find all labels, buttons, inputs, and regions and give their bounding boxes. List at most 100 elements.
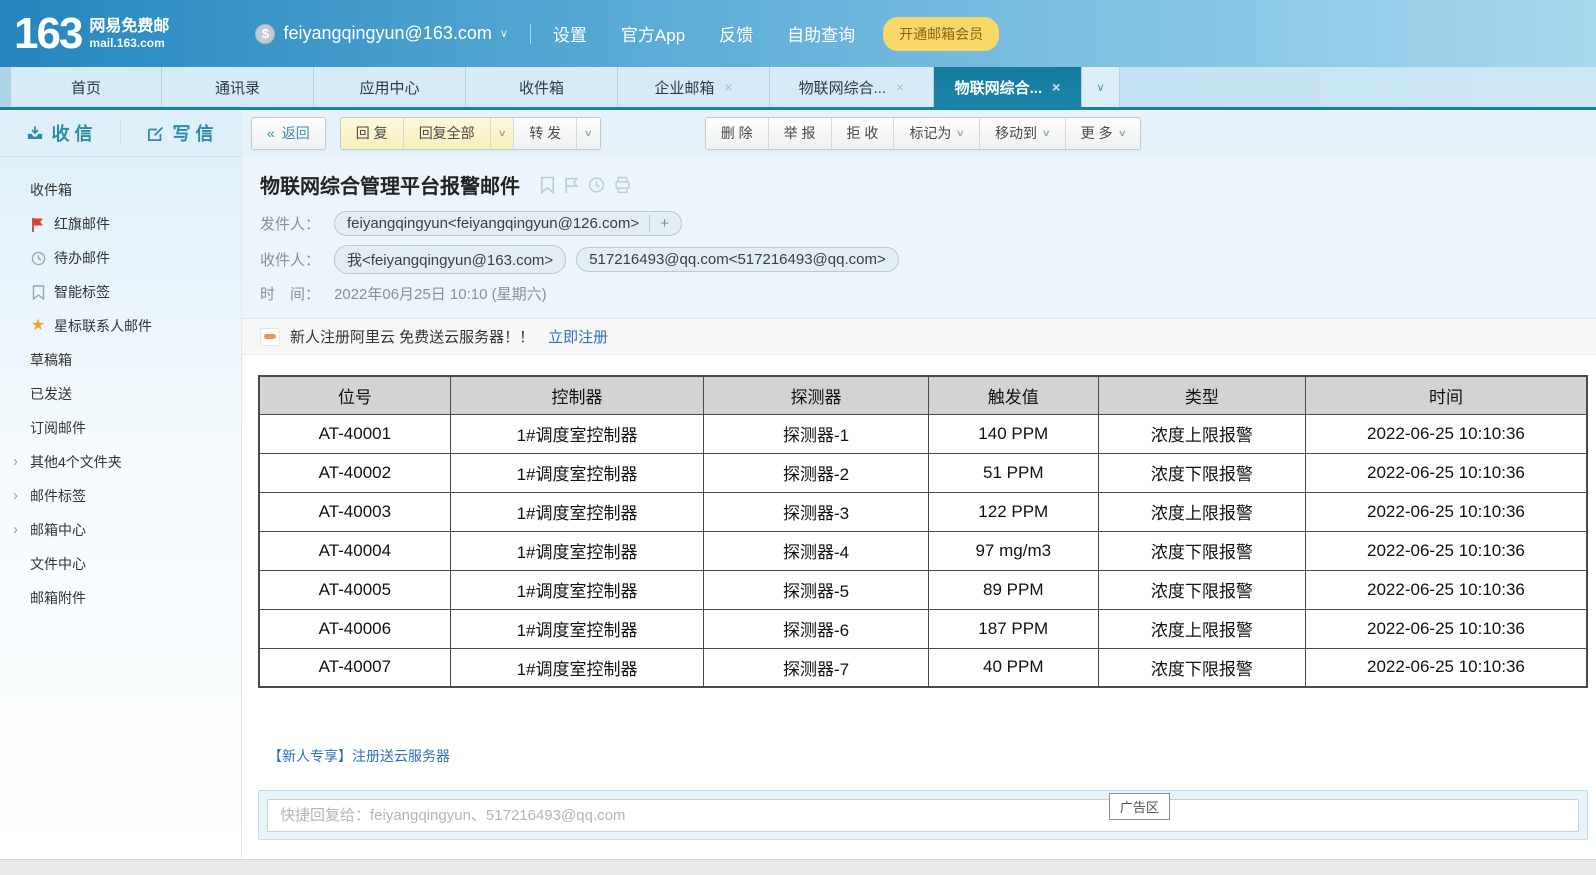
sidebar-item-starred-contacts-mail[interactable]: ★ 星标联系人邮件 [0, 309, 241, 343]
sidebar-item-drafts[interactable]: 草稿箱 [0, 343, 241, 377]
table-row: AT-40004 1#调度室控制器 探测器-4 97 mg/m3 浓度下限报警 … [259, 531, 1587, 570]
netease-163-logo[interactable]: 163 网易免费邮 mail.163.com [14, 12, 169, 56]
account-menu[interactable]: $ feiyangqingyun@163.com ∨ [255, 23, 507, 44]
sidebar-item-mail-tags[interactable]: › 邮件标签 [0, 479, 241, 513]
tab-enterprise-mail[interactable]: 企业邮箱 × [618, 67, 770, 107]
sidebar-item-subscriptions[interactable]: 订阅邮件 [0, 411, 241, 445]
close-icon[interactable]: × [1052, 79, 1060, 95]
close-icon[interactable]: × [724, 79, 732, 95]
recipient-address: 517216493@qq.com<517216493@qq.com> [589, 251, 886, 268]
cell-time: 2022-06-25 10:10:36 [1305, 570, 1587, 609]
more-button[interactable]: 更 多 ∨ [1065, 118, 1140, 149]
sidebar-item-label: 收件箱 [30, 173, 72, 207]
cell-time: 2022-06-25 10:10:36 [1305, 648, 1587, 687]
mark-as-button[interactable]: 标记为 ∨ [893, 118, 979, 149]
cell-trigger-value: 89 PPM [928, 570, 1098, 609]
recipient-address-chip[interactable]: 我<feiyangqingyun@163.com> [334, 245, 566, 274]
tab-list-dropdown[interactable]: ∨ [1082, 67, 1120, 107]
expand-arrow-icon[interactable]: › [13, 479, 18, 513]
tab-iot-platform-2-active[interactable]: 物联网综合... × [934, 67, 1082, 107]
sidebar-item-smart-tags[interactable]: 智能标签 [0, 275, 241, 309]
sender-address-chip[interactable]: feiyangqingyun<feiyangqingyun@126.com> + [334, 211, 682, 236]
chevron-down-icon: ∨ [497, 118, 506, 149]
sidebar-item-label: 红旗邮件 [54, 207, 110, 241]
delete-button[interactable]: 删 除 [706, 118, 768, 149]
recipient-address-chip[interactable]: 517216493@qq.com<517216493@qq.com> [576, 247, 899, 272]
bookmark-icon[interactable] [540, 176, 555, 194]
receive-mail-button[interactable]: 收 信 [0, 120, 120, 146]
tab-inbox[interactable]: 收件箱 [466, 67, 618, 107]
settings-link[interactable]: 设置 [553, 21, 587, 46]
add-contact-button[interactable]: + [649, 215, 669, 232]
sidebar-item-other-folders[interactable]: › 其他4个文件夹 [0, 445, 241, 479]
bookmark-icon [30, 284, 46, 300]
schedule-clock-icon[interactable] [588, 176, 605, 194]
sidebar-item-label: 草稿箱 [30, 343, 72, 377]
sidebar-item-file-center[interactable]: 文件中心 [0, 547, 241, 581]
move-to-label: 移动到 [995, 118, 1037, 149]
reject-button[interactable]: 拒 收 [831, 118, 894, 149]
sidebar-item-attachments[interactable]: 邮箱附件 [0, 581, 241, 615]
sidebar-item-sent[interactable]: 已发送 [0, 377, 241, 411]
sidebar-item-flagged-mail[interactable]: 红旗邮件 [0, 207, 241, 241]
cell-detector: 探测器-3 [704, 492, 928, 531]
sender-address: feiyangqingyun<feiyangqingyun@126.com> [347, 215, 639, 232]
back-button[interactable]: « 返回 [252, 118, 325, 149]
expand-arrow-icon[interactable]: › [13, 445, 18, 479]
print-icon[interactable] [614, 176, 631, 194]
forward-button[interactable]: 转 发 [513, 118, 576, 149]
sidebar-item-todo-mail[interactable]: 待办邮件 [0, 241, 241, 275]
tab-iot-platform-1[interactable]: 物联网综合... × [770, 67, 934, 107]
account-email: feiyangqingyun@163.com [283, 23, 491, 44]
register-now-link[interactable]: 立即注册 [548, 326, 608, 347]
move-to-button[interactable]: 移动到 ∨ [979, 118, 1065, 149]
cell-alarm-type: 浓度上限报警 [1098, 414, 1305, 453]
chevron-down-icon: ∨ [500, 27, 508, 40]
vip-upgrade-button[interactable]: 开通邮箱会员 [883, 17, 999, 51]
sidebar-item-label: 待办邮件 [54, 241, 110, 275]
column-header: 位号 [259, 376, 450, 414]
feedback-link[interactable]: 反馈 [719, 21, 753, 46]
tab-home[interactable]: 首页 [10, 67, 162, 107]
column-header: 时间 [1305, 376, 1587, 414]
forward-dropdown-button[interactable]: ∨ [576, 118, 600, 149]
sidebar-item-label: 邮件标签 [30, 479, 86, 513]
quick-reply-input[interactable] [267, 799, 1579, 832]
reply-button[interactable]: 回 复 [341, 118, 403, 149]
cell-controller: 1#调度室控制器 [450, 531, 704, 570]
cell-trigger-value: 187 PPM [928, 609, 1098, 648]
tab-contacts[interactable]: 通讯录 [162, 67, 314, 107]
expand-arrow-icon[interactable]: › [13, 513, 18, 547]
table-row: AT-40005 1#调度室控制器 探测器-5 89 PPM 浓度下限报警 20… [259, 570, 1587, 609]
report-button[interactable]: 举 报 [768, 118, 831, 149]
cell-alarm-type: 浓度下限报警 [1098, 531, 1305, 570]
sidebar-item-label: 星标联系人邮件 [54, 309, 152, 343]
sidebar-item-inbox[interactable]: 收件箱 [0, 173, 241, 207]
sidebar-item-mail-center[interactable]: › 邮箱中心 [0, 513, 241, 547]
official-app-link[interactable]: 官方App [621, 21, 685, 46]
chevron-down-icon: ∨ [956, 118, 965, 149]
ad-banner[interactable]: 新人注册阿里云 免费送云服务器！！ 立即注册 [242, 318, 1596, 355]
compose-mail-button[interactable]: 写 信 [121, 120, 241, 146]
folder-sidebar: 收 信 写 信 收件箱 红旗邮件 [0, 110, 242, 858]
tab-bar: 首页 通讯录 应用中心 收件箱 企业邮箱 × 物联网综合... × 物联网综合.… [0, 67, 1596, 110]
self-service-link[interactable]: 自助查询 [787, 21, 855, 46]
flag-icon[interactable] [564, 176, 579, 194]
cell-trigger-value: 140 PPM [928, 414, 1098, 453]
cell-detector: 探测器-7 [704, 648, 928, 687]
close-icon[interactable]: × [896, 79, 904, 95]
promo-link[interactable]: 【新人专享】注册送云服务器 [268, 748, 450, 764]
cell-tag: AT-40005 [259, 570, 450, 609]
cell-trigger-value: 122 PPM [928, 492, 1098, 531]
reply-all-button[interactable]: 回复全部 [403, 118, 490, 149]
from-label: 发件人： [260, 213, 334, 234]
compose-mail-label: 写 信 [172, 120, 213, 146]
table-row: AT-40002 1#调度室控制器 探测器-2 51 PPM 浓度下限报警 20… [259, 453, 1587, 492]
cell-time: 2022-06-25 10:10:36 [1305, 492, 1587, 531]
alarm-table: 位号 控制器 探测器 触发值 类型 时间 AT-40001 1#调度室控制器 探… [258, 375, 1588, 688]
sidebar-item-label: 其他4个文件夹 [30, 445, 122, 479]
cell-alarm-type: 浓度下限报警 [1098, 570, 1305, 609]
tab-app-center[interactable]: 应用中心 [314, 67, 466, 107]
column-header: 探测器 [704, 376, 928, 414]
reply-all-dropdown-button[interactable]: ∨ [490, 118, 514, 149]
